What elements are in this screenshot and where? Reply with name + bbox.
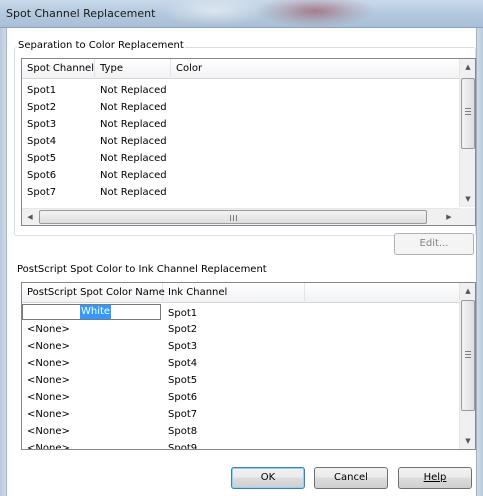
thumb-grip: [465, 108, 471, 109]
scrollbar-thumb[interactable]: [39, 210, 427, 224]
title-bar-highlight: [255, 0, 375, 27]
scroll-left-icon[interactable]: ◀: [22, 209, 38, 225]
thumb-grip: [236, 215, 237, 221]
scrollbar-corner: [459, 208, 475, 225]
spot-channel-cell: Spot1: [27, 85, 57, 96]
separation-row[interactable]: Spot4 Not Replaced: [22, 133, 459, 150]
ok-button[interactable]: OK: [231, 467, 305, 489]
thumb-grip: [233, 215, 234, 221]
help-button-label: Help: [423, 472, 447, 483]
window-frame-right: [476, 28, 483, 496]
spot-color-name-cell: <None>: [27, 358, 70, 369]
type-cell: Not Replaced: [100, 85, 167, 96]
thumb-grip: [465, 114, 471, 115]
postscript-list[interactable]: PostScript Spot Color Name Ink Channel W…: [21, 282, 476, 450]
separation-vertical-scrollbar[interactable]: ▲ ▼: [459, 59, 475, 207]
spot-color-name-cell: <None>: [27, 409, 70, 420]
selected-text: White: [80, 305, 112, 319]
thumb-grip: [465, 357, 471, 358]
postscript-group-label: PostScript Spot Color to Ink Channel Rep…: [17, 264, 267, 275]
scroll-up-icon[interactable]: ▲: [460, 283, 475, 299]
spot-channel-cell: Spot7: [27, 187, 57, 198]
postscript-row[interactable]: <None> Spot6: [22, 389, 459, 406]
spot-color-name-cell: <None>: [27, 392, 70, 403]
separation-row[interactable]: Spot6 Not Replaced: [22, 167, 459, 184]
ink-channel-cell: Spot6: [168, 392, 198, 403]
title-bar-highlight: [160, 0, 270, 26]
postscript-vertical-scrollbar[interactable]: ▲ ▼: [459, 283, 475, 449]
spot-channel-cell: Spot4: [27, 136, 57, 147]
cancel-button[interactable]: Cancel: [314, 467, 388, 489]
separation-row[interactable]: Spot2 Not Replaced: [22, 99, 459, 116]
type-cell: Not Replaced: [100, 170, 167, 181]
postscript-row[interactable]: White Spot1: [22, 304, 459, 321]
ink-channel-cell: Spot7: [168, 409, 198, 420]
postscript-row[interactable]: <None> Spot5: [22, 372, 459, 389]
spot-channel-cell: Spot2: [27, 102, 57, 113]
thumb-grip: [230, 215, 231, 221]
separation-horizontal-scrollbar[interactable]: ◀ ▶: [22, 208, 459, 225]
postscript-row[interactable]: <None> Spot4: [22, 355, 459, 372]
postscript-row[interactable]: <None> Spot7: [22, 406, 459, 423]
type-cell: Not Replaced: [100, 136, 167, 147]
window-frame-left: [0, 28, 7, 496]
ink-channel-cell: Spot5: [168, 375, 198, 386]
title-bar[interactable]: Spot Channel Replacement: [0, 0, 483, 28]
thumb-grip: [465, 351, 471, 352]
thumb-grip: [465, 111, 471, 112]
thumb-grip: [465, 354, 471, 355]
spot-color-name-input[interactable]: White: [22, 304, 161, 320]
postscript-row[interactable]: <None> Spot9: [22, 434, 459, 450]
scroll-up-icon[interactable]: ▲: [460, 59, 475, 75]
type-cell: Not Replaced: [100, 187, 167, 198]
scrollbar-thumb[interactable]: [461, 300, 475, 411]
scrollbar-thumb[interactable]: [461, 78, 475, 149]
ink-channel-cell: Spot1: [168, 308, 198, 319]
scroll-right-icon[interactable]: ▶: [441, 209, 457, 225]
type-cell: Not Replaced: [100, 102, 167, 113]
column-header-spot-color-name[interactable]: PostScript Spot Color Name: [22, 283, 165, 303]
scroll-down-icon[interactable]: ▼: [460, 433, 475, 449]
column-header-spot-channel[interactable]: Spot Channel: [22, 59, 95, 79]
separation-list[interactable]: Spot Channel Type Color Spot1 Not Replac…: [21, 58, 476, 226]
spot-color-name-cell: <None>: [27, 341, 70, 352]
scroll-down-icon[interactable]: ▼: [460, 191, 475, 207]
separation-row[interactable]: Spot5 Not Replaced: [22, 150, 459, 167]
ink-channel-cell: Spot9: [168, 443, 198, 450]
separation-group-label: Separation to Color Replacement: [17, 40, 185, 51]
spot-color-name-cell: <None>: [27, 375, 70, 386]
column-header-type[interactable]: Type: [95, 59, 171, 79]
type-cell: Not Replaced: [100, 119, 167, 130]
separation-row[interactable]: Spot3 Not Replaced: [22, 116, 459, 133]
window-title: Spot Channel Replacement: [6, 7, 156, 20]
spot-color-name-cell: <None>: [27, 443, 70, 450]
postscript-row[interactable]: <None> Spot3: [22, 338, 459, 355]
separation-row[interactable]: Spot1 Not Replaced: [22, 82, 459, 99]
separation-list-header: Spot Channel Type Color: [22, 59, 475, 79]
ink-channel-cell: Spot3: [168, 341, 198, 352]
help-button[interactable]: Help: [398, 467, 472, 489]
spot-color-name-cell: <None>: [27, 324, 70, 335]
ink-channel-cell: Spot4: [168, 358, 198, 369]
spot-channel-cell: Spot5: [27, 153, 57, 164]
edit-button[interactable]: Edit...: [394, 233, 474, 255]
separation-row[interactable]: Spot7 Not Replaced: [22, 184, 459, 201]
postscript-list-header: PostScript Spot Color Name Ink Channel: [22, 283, 475, 303]
type-cell: Not Replaced: [100, 153, 167, 164]
column-header-empty: [305, 283, 458, 303]
spot-channel-cell: Spot3: [27, 119, 57, 130]
postscript-row[interactable]: <None> Spot2: [22, 321, 459, 338]
spot-channel-cell: Spot6: [27, 170, 57, 181]
column-header-color[interactable]: Color: [171, 59, 458, 79]
column-header-ink-channel[interactable]: Ink Channel: [163, 283, 305, 303]
ink-channel-cell: Spot2: [168, 324, 198, 335]
